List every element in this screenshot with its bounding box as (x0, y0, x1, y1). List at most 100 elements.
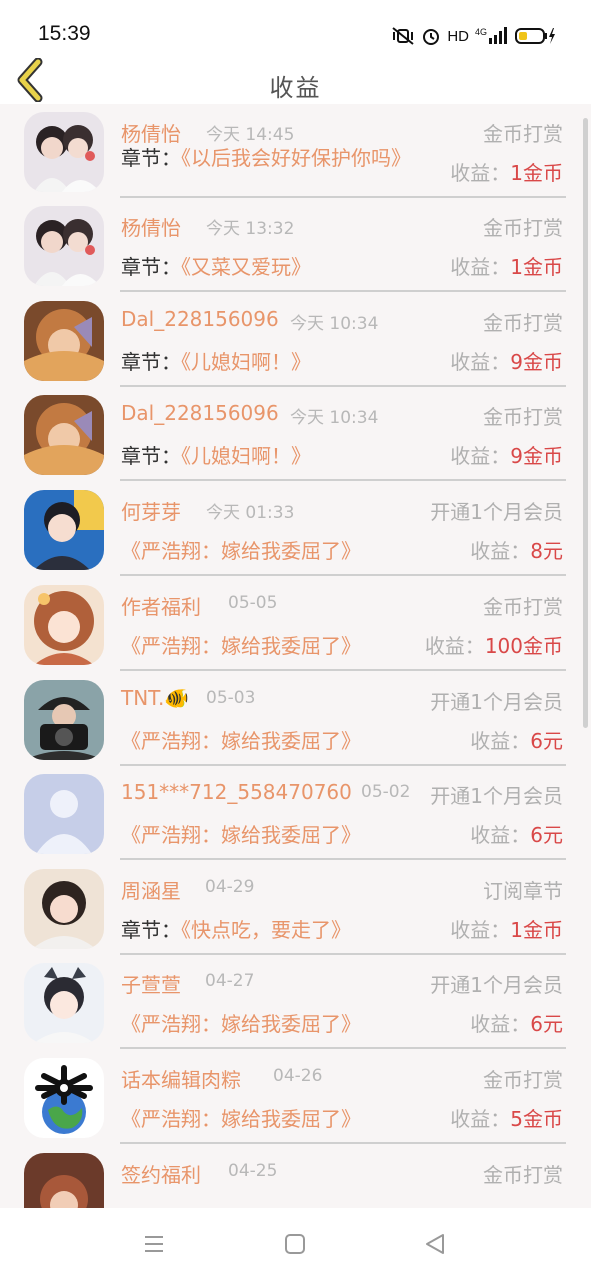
avatar[interactable] (24, 585, 104, 665)
avatar[interactable] (24, 1058, 104, 1138)
income-row[interactable]: Dal_228156096 今天 10:34 金币打赏 章节：《儿媳妇啊！》 收益：9金… (0, 387, 591, 481)
chapter-title-line[interactable]: 章节：《儿媳妇啊！》 (121, 440, 311, 469)
chapter-label: 章节： (121, 444, 181, 468)
income-row[interactable]: 151***712_558470760 05-02 开通1个月会员 《严浩翔：嫁给我委… (0, 766, 591, 860)
alarm-icon (421, 26, 441, 46)
avatar[interactable] (24, 112, 104, 192)
avatar[interactable] (24, 680, 104, 760)
income-row[interactable]: 签约福利 04-25 金币打赏 (0, 1145, 591, 1208)
income-value: 5金币 (510, 1107, 563, 1131)
user-name[interactable]: 作者福利 (121, 591, 201, 620)
back-nav-button[interactable] (423, 1232, 447, 1256)
back-triangle-icon (423, 1234, 447, 1260)
income-amount: 收益：1金币 (450, 251, 563, 280)
timestamp: 今天 14:45 (206, 125, 295, 145)
chapter-title-line[interactable]: 章节：《儿媳妇啊！》 (121, 346, 311, 375)
income-type: 开通1个月会员 (430, 500, 563, 524)
income-row[interactable]: 话本编辑肉粽 04-26 金币打赏《严浩翔：嫁给我委屈了》 收益：5金币 (0, 1050, 591, 1144)
chapter-title: 《严浩翔：嫁给我委屈了》 (121, 1012, 361, 1036)
income-list[interactable]: 杨倩怡 今天 14:45 金币打赏 章节：《以后我会好好保护你吗》 收益：1金币 杨倩怡今… (0, 104, 591, 1208)
timestamp: 04-26 (273, 1066, 323, 1086)
chapter-title: 《严浩翔：嫁给我委屈了》 (121, 1107, 361, 1131)
chapter-title-line[interactable]: 《严浩翔：嫁给我委屈了》 (121, 630, 361, 659)
user-name[interactable]: 周涵星 (121, 875, 181, 904)
avatar[interactable] (24, 963, 104, 1043)
chapter-title-line[interactable]: 《严浩翔：嫁给我委屈了》 (121, 1103, 361, 1132)
chapter-title-line[interactable]: 《严浩翔：嫁给我委屈了》 (121, 819, 361, 848)
income-value: 9金币 (510, 350, 563, 374)
status-time: 15:39 (38, 22, 91, 45)
chapter-title: 《严浩翔：嫁给我委屈了》 (121, 729, 361, 753)
user-name[interactable]: 何芽芽 (121, 496, 181, 525)
chapter-title-line[interactable]: 《严浩翔：嫁给我委屈了》 (121, 725, 361, 754)
chapter-title-line[interactable]: 章节：《以后我会好好保护你吗》 (121, 144, 421, 172)
avatar[interactable] (24, 1153, 104, 1208)
income-label: 收益： (470, 1012, 531, 1036)
chapter-title: 《快点吃，要走了》 (181, 918, 351, 942)
chapter-title-line[interactable]: 《严浩翔：嫁给我委屈了》 (121, 1008, 361, 1037)
chapter-title-line[interactable]: 章节：《快点吃，要走了》 (121, 914, 351, 943)
user-name[interactable]: TNT.🐠 (121, 686, 189, 710)
income-label: 收益： (470, 729, 531, 753)
avatar[interactable] (24, 490, 104, 570)
battery-icon (515, 26, 557, 46)
user-name[interactable]: 杨倩怡 (121, 212, 181, 241)
chapter-title: 《严浩翔：嫁给我委屈了》 (121, 823, 361, 847)
row-divider (120, 1142, 566, 1144)
income-row[interactable]: TNT.🐠 05-03 开通1个月会员 《严浩翔：嫁给我委屈了》 收益：6元 (0, 672, 591, 766)
income-row[interactable]: 子萱萱 04-27 开通1个月会员 《严浩翔：嫁给我委屈了》 收益：6元 (0, 955, 591, 1049)
user-name[interactable]: 杨倩怡 (121, 118, 181, 147)
income-row[interactable]: 杨倩怡 今天 14:45 金币打赏 章节：《以后我会好好保护你吗》 收益：1金币 (0, 104, 591, 198)
income-value: 100金币 (484, 634, 563, 658)
signal-icon: 4G (475, 26, 509, 46)
scrollbar[interactable] (583, 118, 588, 728)
user-name[interactable]: 签约福利 (121, 1159, 201, 1188)
income-type: 金币打赏 (483, 1068, 563, 1092)
income-row[interactable]: Dal_228156096 今天 10:34 金币打赏 章节：《儿媳妇啊！》 收益：9金… (0, 293, 591, 387)
menu-icon (142, 1236, 166, 1260)
user-name[interactable]: 子萱萱 (121, 969, 181, 998)
chapter-title: 《以后我会好好保护你吗》 (181, 146, 411, 170)
income-amount: 收益：1金币 (450, 914, 563, 943)
chapter-title: 《严浩翔：嫁给我委屈了》 (121, 634, 361, 658)
income-type: 金币打赏 (483, 122, 563, 146)
avatar[interactable] (24, 869, 104, 949)
income-label: 收益： (450, 444, 511, 468)
timestamp: 05-02 (361, 782, 411, 802)
income-row[interactable]: 周涵星 04-29 订阅章节 章节：《快点吃，要走了》 收益：1金币 (0, 861, 591, 955)
svg-text:4G: 4G (475, 27, 487, 37)
row-divider (120, 290, 566, 292)
avatar[interactable] (24, 301, 104, 381)
system-nav-bar (0, 1208, 591, 1280)
mute-vibrate-icon (391, 26, 415, 46)
home-button[interactable] (283, 1232, 307, 1256)
income-row[interactable]: 何芽芽 今天 01:33 开通1个月会员 《严浩翔：嫁给我委屈了》 收益：8元 (0, 482, 591, 576)
avatar[interactable] (24, 206, 104, 286)
income-value: 6元 (530, 823, 563, 847)
menu-button[interactable] (142, 1232, 166, 1256)
income-label: 收益： (450, 1107, 511, 1131)
chapter-title: 《又菜又爱玩》 (181, 255, 311, 279)
chapter-title-line[interactable]: 《严浩翔：嫁给我委屈了》 (121, 535, 361, 564)
user-name[interactable]: 151***712_558470760 (121, 780, 352, 804)
chapter-title-line[interactable]: 章节：《又菜又爱玩》 (121, 251, 311, 280)
user-name[interactable]: Dal_228156096 (121, 307, 279, 331)
income-row[interactable]: 作者福利 05-05 金币打赏 《严浩翔：嫁给我委屈了》 收益：100金币 (0, 577, 591, 671)
chapter-title: 《严浩翔：嫁给我委屈了》 (121, 539, 361, 563)
user-name[interactable]: Dal_228156096 (121, 401, 279, 425)
income-amount: 收益：5金币 (450, 1103, 563, 1132)
timestamp: 05-05 (228, 593, 278, 613)
row-divider (120, 574, 566, 576)
timestamp: 05-03 (206, 688, 256, 708)
timestamp: 今天 10:34 (290, 408, 379, 428)
income-value: 9金币 (510, 444, 563, 468)
income-label: 收益： (470, 823, 531, 847)
avatar[interactable] (24, 774, 104, 854)
user-name[interactable]: 话本编辑肉粽 (121, 1064, 241, 1093)
income-label: 收益： (450, 161, 511, 185)
avatar[interactable] (24, 395, 104, 475)
income-row[interactable]: 杨倩怡 今天 13:32 金币打赏 章节：《又菜又爱玩》 收益：1金币 (0, 198, 591, 292)
income-amount: 收益：8元 (470, 535, 563, 564)
income-label: 收益： (450, 350, 511, 374)
income-amount: 收益：9金币 (450, 440, 563, 469)
